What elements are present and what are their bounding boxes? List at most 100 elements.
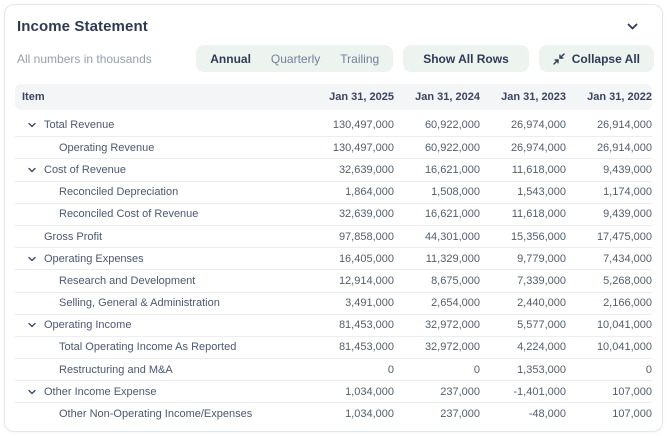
cell-value: 7,339,000 (517, 274, 566, 287)
cell-value: -48,000 (528, 408, 566, 421)
toolbar: All numbers in thousands Annual Quarterly… (5, 37, 662, 82)
row-label-cell: Other Income Expense (15, 386, 308, 398)
income-statement-card: Income Statement All numbers in thousand… (4, 4, 663, 432)
row-expand-chevron-icon[interactable] (27, 120, 39, 130)
section-collapse-chevron-icon[interactable] (625, 19, 640, 34)
cell-value: 26,974,000 (510, 141, 566, 154)
cell-value: 107,000 (612, 385, 652, 398)
table-row: Gross Profit 97,858,000 44,301,000 15,356,0… (15, 224, 652, 247)
row-label-cell: Reconciled Depreciation (15, 186, 308, 198)
column-header-item: Item (22, 91, 45, 103)
cell-value: 81,453,000 (338, 319, 394, 332)
table-row: Restructuring and M&A 0 0 1,353,000 0 (15, 358, 652, 380)
row-label-cell: Operating Revenue (15, 142, 308, 154)
table-body: Total Revenue 130,497,000 60,922,000 26,974… (15, 114, 652, 425)
show-all-rows-label: Show All Rows (423, 51, 509, 66)
cell-value: 1,508,000 (431, 186, 480, 199)
row-label: Gross Profit (44, 230, 103, 243)
cell-value: 11,618,000 (511, 208, 566, 221)
period-toggle-group: Annual Quarterly Trailing (196, 45, 394, 72)
cell-value: 32,972,000 (424, 341, 480, 354)
cell-value: 130,497,000 (332, 141, 394, 154)
cell-value: 10,041,000 (596, 319, 652, 332)
cell-value: 26,914,000 (596, 141, 652, 154)
collapse-all-button[interactable]: Collapse All (538, 45, 654, 72)
cell-value: 1,174,000 (603, 186, 652, 199)
table-row: Reconciled Depreciation 1,864,000 1,508,00… (15, 180, 652, 203)
row-label: Total Operating Income As Reported (59, 341, 237, 354)
collapse-all-label: Collapse All (571, 51, 640, 66)
cell-value: 60,922,000 (424, 119, 480, 132)
cell-value: 2,654,000 (431, 297, 480, 310)
cell-value: 2,166,000 (603, 297, 652, 310)
row-label-cell: Restructuring and M&A (15, 364, 308, 376)
cell-value: 7,434,000 (603, 252, 652, 265)
row-label: Reconciled Depreciation (59, 186, 179, 199)
column-header-date: Jan 31, 2025 (329, 91, 394, 103)
row-label: Total Revenue (44, 119, 115, 132)
cell-value: 60,922,000 (424, 141, 480, 154)
cell-value: 26,974,000 (510, 119, 566, 132)
table-row: Other Income Expense 1,034,000 237,000 -1,4… (15, 380, 652, 402)
period-option-quarterly[interactable]: Quarterly (261, 45, 330, 72)
row-label-cell: Other Non-Operating Income/Expenses (15, 408, 308, 420)
period-option-annual[interactable]: Annual (200, 45, 261, 72)
cell-value: 2,440,000 (517, 297, 566, 310)
row-label: Selling, General & Administration (59, 297, 220, 310)
cell-value: 81,453,000 (338, 341, 394, 354)
row-label-cell: Reconciled Cost of Revenue (15, 208, 308, 220)
table-row: Research and Development 12,914,000 8,675,… (15, 269, 652, 291)
row-label-cell: Total Operating Income As Reported (15, 341, 308, 353)
cell-value: -1,401,000 (513, 385, 566, 398)
cell-value: 3,491,000 (345, 297, 394, 310)
cell-value: 16,621,000 (424, 163, 480, 176)
units-note: All numbers in thousands (17, 51, 152, 66)
cell-value: 11,618,000 (511, 163, 566, 176)
row-expand-chevron-icon[interactable] (27, 254, 39, 264)
row-expand-chevron-icon[interactable] (27, 165, 39, 175)
period-option-trailing[interactable]: Trailing (330, 45, 389, 72)
row-label-cell: Gross Profit (15, 231, 308, 243)
row-label: Other Income Expense (44, 385, 157, 398)
row-expand-chevron-icon[interactable] (27, 387, 39, 397)
cell-value: 9,439,000 (603, 163, 652, 176)
collapse-arrows-icon (553, 52, 565, 65)
row-label: Operating Revenue (59, 141, 155, 154)
page-title: Income Statement (17, 18, 148, 35)
cell-value: 16,621,000 (424, 208, 480, 221)
cell-value: 8,675,000 (431, 274, 480, 287)
table-header-row: Item Jan 31, 2025 Jan 31, 2024 Jan 31, 202… (15, 84, 652, 110)
cell-value: 1,034,000 (345, 408, 394, 421)
row-label: Operating Income (44, 319, 132, 332)
cell-value: 237,000 (440, 408, 480, 421)
table-row: Operating Income 81,453,000 32,972,000 5,57… (15, 313, 652, 336)
column-header-date: Jan 31, 2022 (587, 91, 652, 103)
row-label-cell: Selling, General & Administration (15, 297, 308, 309)
row-expand-chevron-icon[interactable] (27, 320, 39, 330)
row-label: Operating Expenses (44, 252, 144, 265)
cell-value: 15,356,000 (510, 230, 566, 243)
cell-value: 1,353,000 (517, 363, 566, 376)
cell-value: 44,301,000 (424, 230, 480, 243)
table-row: Cost of Revenue 32,639,000 16,621,000 11,61… (15, 158, 652, 180)
table-row: Selling, General & Administration 3,491,0… (15, 291, 652, 314)
cell-value: 1,034,000 (345, 385, 394, 398)
cell-value: 17,475,000 (596, 230, 652, 243)
table-row: Total Revenue 130,497,000 60,922,000 26,974… (15, 114, 652, 136)
cell-value: 5,268,000 (603, 274, 652, 287)
card-header: Income Statement (5, 5, 662, 37)
row-label-cell: Operating Income (15, 319, 308, 331)
cell-value: 26,914,000 (596, 119, 652, 132)
column-header-date: Jan 31, 2024 (415, 91, 480, 103)
cell-value: 0 (645, 363, 652, 376)
cell-value: 107,000 (612, 408, 652, 421)
cell-value: 5,577,000 (517, 319, 566, 332)
row-label-cell: Operating Expenses (15, 253, 308, 265)
show-all-rows-button[interactable]: Show All Rows (403, 45, 529, 72)
cell-value: 11,329,000 (425, 252, 480, 265)
cell-value: 1,864,000 (345, 186, 394, 199)
row-label-cell: Research and Development (15, 275, 308, 287)
cell-value: 32,972,000 (424, 319, 480, 332)
cell-value: 0 (473, 363, 480, 376)
row-label: Reconciled Cost of Revenue (59, 208, 199, 221)
